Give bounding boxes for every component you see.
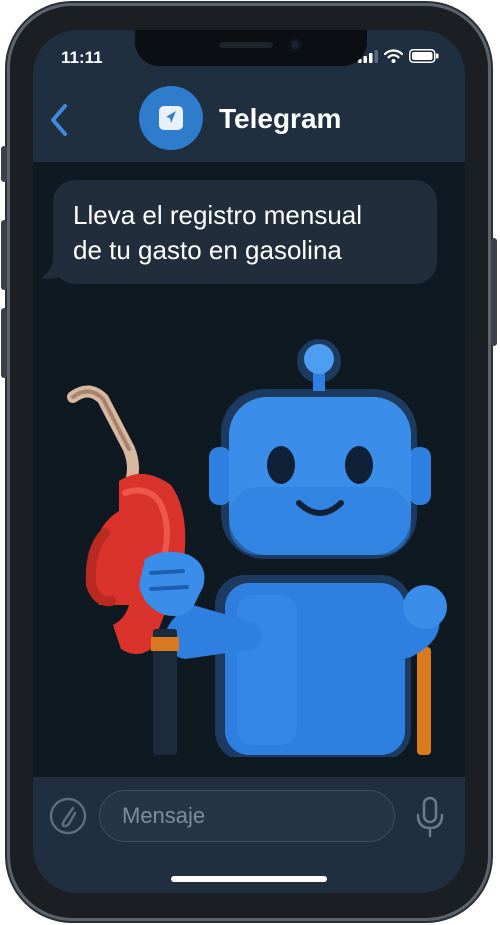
- telegram-plane-icon: [159, 106, 183, 130]
- robot-side-bar: [417, 647, 431, 755]
- phone-screen: 11:11 Telegram Lleva el registro mensual…: [33, 30, 465, 893]
- chevron-left-icon: [51, 104, 67, 136]
- chat-header: Telegram: [33, 80, 465, 162]
- robot-fuel-illustration: [67, 339, 447, 757]
- speaker-grille: [219, 42, 273, 48]
- robot-ear-right: [409, 447, 431, 505]
- robot-shoulder-right: [403, 585, 447, 629]
- message-text-line2: de tu gasto en gasolina: [73, 235, 342, 265]
- paperclip-icon: [49, 797, 87, 835]
- chat-title[interactable]: Telegram: [219, 103, 341, 135]
- status-time: 11:11: [61, 48, 103, 67]
- attach-button[interactable]: [49, 797, 87, 835]
- phone-side-button: [491, 238, 497, 346]
- fuel-pump-pole-band: [151, 637, 179, 651]
- home-indicator[interactable]: [171, 876, 327, 882]
- front-camera: [288, 38, 302, 52]
- robot-head-shade: [229, 487, 411, 555]
- wifi-icon: [384, 49, 403, 63]
- robot-eye-right: [345, 446, 373, 484]
- robot-eye-left: [267, 446, 295, 484]
- phone-side-button: [1, 308, 7, 378]
- mic-button[interactable]: [413, 795, 447, 839]
- message-input[interactable]: [99, 790, 395, 842]
- chat-avatar[interactable]: [139, 86, 203, 150]
- battery-icon: [409, 49, 439, 63]
- chat-area: Lleva el registro mensual de tu gasto en…: [33, 162, 465, 777]
- robot-ear-left: [209, 447, 231, 505]
- robot-body-highlight: [237, 595, 297, 745]
- message-text-line1: Lleva el registro mensual: [73, 200, 363, 230]
- phone-side-button: [1, 146, 7, 182]
- message-bubble[interactable]: Lleva el registro mensual de tu gasto en…: [53, 180, 437, 284]
- robot-antenna-ball: [304, 344, 334, 374]
- microphone-icon: [416, 796, 444, 838]
- back-button[interactable]: [41, 98, 77, 142]
- phone-notch: [135, 30, 367, 66]
- phone-side-button: [1, 220, 7, 290]
- status-icons: [358, 49, 439, 63]
